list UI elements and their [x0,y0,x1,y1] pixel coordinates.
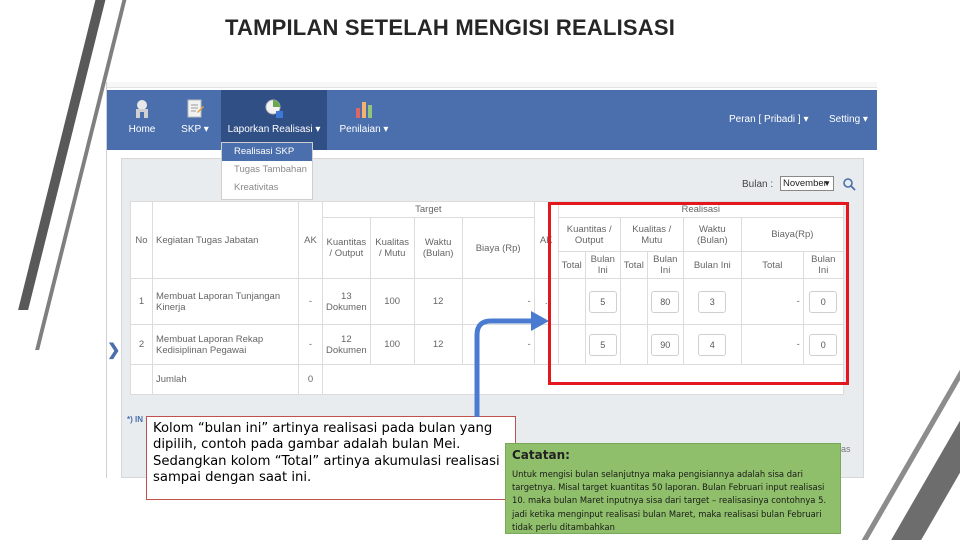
cell-kegiatan: Membuat Laporan Rekap Kedisiplinan Pegaw… [152,324,299,365]
cell-kuantitas: 12 Dokumen [322,324,371,365]
browser-strip [107,82,877,88]
chart-icon [356,102,372,118]
cell-kuantitas: 13 Dokumen [322,278,371,325]
nav-skp-label: SKP ▾ [181,124,209,135]
chevron-right-icon[interactable]: ❯ [107,340,120,360]
nav-penilaian-label: Penilaian ▾ [339,124,389,135]
catatan-title: Catatan: [512,448,570,462]
bulan-label: Bulan : [742,179,774,190]
nav-laporan-label: Laporkan Realisasi ▾ [227,124,321,135]
nav-home-label: Home [128,124,156,135]
search-icon[interactable] [842,177,856,191]
cell-ak: - [298,324,323,365]
laporan-dropdown-menu: Realisasi SKP Tugas Tambahan Kreativitas [221,142,313,200]
header-waktu: Waktu (Bulan) [413,217,463,279]
header-kegiatan: Kegiatan Tugas Jabatan [152,201,299,279]
cell-kualitas: 100 [369,324,415,365]
header-no: No [130,201,153,279]
header-biaya: Biaya (Rp) [461,217,535,279]
header-ak: AK [298,201,323,279]
highlight-box [548,202,849,385]
nav-skp[interactable]: SKP ▾ [173,90,217,150]
decorative-stripe [18,0,108,310]
slide-title: TAMPILAN SETELAH MENGISI REALISASI [225,15,676,40]
slide: TAMPILAN SETELAH MENGISI REALISASI Home … [0,0,960,540]
document-icon [187,99,204,118]
bulan-select-value: November [783,178,827,189]
callout-bulan-ini-text: Kolom “bulan ini” artinya realisasi pada… [153,421,500,486]
menu-item-kreativitas[interactable]: Kreativitas [222,179,312,197]
menu-item-tugas-tambahan[interactable]: Tugas Tambahan [222,161,312,179]
cell-jumlah-ak: 0 [298,364,323,395]
catatan-body: Untuk mengisi bulan selanjutnya maka pen… [512,469,827,532]
bulan-select[interactable]: November ▼ [780,176,834,191]
header-kualitas: Kualitas / Mutu [369,217,415,279]
nav-peran[interactable]: Peran [ Pribadi ] ▾ [729,114,809,125]
callout-bulan-ini: Kolom “bulan ini” artinya realisasi pada… [146,416,516,500]
home-icon [136,100,148,118]
cell-kegiatan: Membuat Laporan Tunjangan Kinerja [152,278,299,325]
chevron-down-icon: ▼ [823,179,831,188]
nav-penilaian[interactable]: Penilaian ▾ [333,90,395,150]
action-button-label: as [841,444,851,454]
nav-setting[interactable]: Setting ▾ [829,114,868,125]
nav-home[interactable]: Home [121,90,163,150]
report-icon [265,99,283,118]
cell-no: 2 [130,324,153,365]
top-navbar: Home SKP ▾ Laporkan Realisasi ▾ Penilaia… [107,90,877,150]
footnote-text: *) IN [127,415,143,424]
header-group-target: Target [322,201,535,218]
callout-catatan: Catatan: Untuk mengisi bulan selanjutnya… [505,443,841,534]
arrow-icon [474,311,549,417]
cell-ak: - [298,278,323,325]
cell-jumlah-label: Jumlah [152,364,299,395]
cell-no: 1 [130,278,153,325]
header-kuantitas: Kuantitas / Output [322,217,371,279]
cell-kualitas: 100 [369,278,415,325]
menu-item-realisasi-skp[interactable]: Realisasi SKP [222,143,312,161]
nav-laporan-realisasi[interactable]: Laporkan Realisasi ▾ [221,90,327,150]
